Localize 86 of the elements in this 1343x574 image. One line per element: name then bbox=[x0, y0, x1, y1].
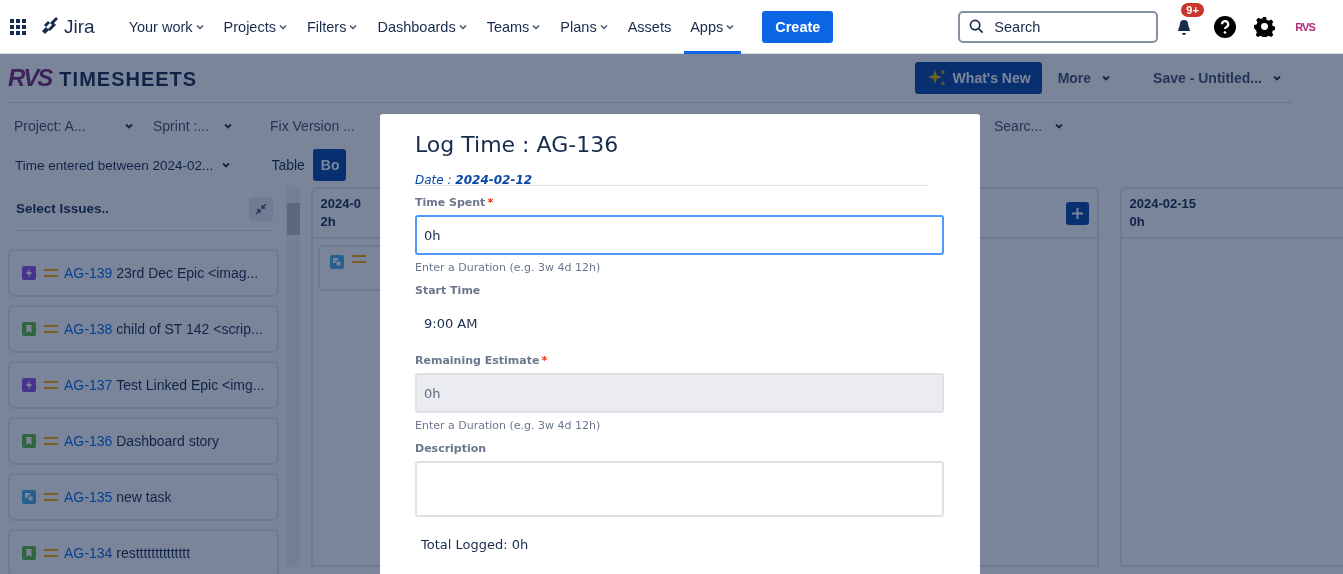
chevron-down-icon bbox=[124, 121, 134, 131]
priority-icon bbox=[44, 549, 58, 557]
save-view-dropdown[interactable]: Save - Untitled... bbox=[1143, 62, 1292, 94]
field-label: Time Spent * bbox=[415, 196, 495, 211]
column-date: 2024-02-15 bbox=[1129, 195, 1196, 213]
priority-icon bbox=[44, 437, 58, 445]
collapse-arrows-icon bbox=[254, 202, 267, 215]
scrollbar-thumb[interactable] bbox=[286, 203, 300, 235]
issue-card[interactable]: AG-139 23rd Dec Epic <imag... bbox=[8, 249, 279, 297]
required-mark: * bbox=[487, 196, 494, 209]
help-icon[interactable] bbox=[1214, 15, 1237, 38]
issue-summary: child of ST 142 <scrip... bbox=[116, 321, 263, 337]
nav-menu-item[interactable]: Teams bbox=[480, 0, 548, 54]
settings-icon[interactable] bbox=[1254, 16, 1276, 37]
notification-count-badge: 9+ bbox=[1181, 2, 1204, 17]
issue-key-link[interactable]: AG-137 bbox=[64, 377, 113, 393]
issue-summary: Dashboard story bbox=[116, 433, 219, 449]
user-avatar[interactable]: RVS bbox=[1295, 20, 1315, 33]
issue-key-link[interactable]: AG-135 bbox=[64, 489, 113, 505]
priority-icon bbox=[44, 493, 58, 501]
column-total: 2h bbox=[320, 213, 337, 231]
chevron-down-icon bbox=[1272, 73, 1282, 83]
priority-icon bbox=[44, 381, 58, 389]
required-mark: * bbox=[541, 354, 548, 367]
issue-card[interactable]: AG-136 Dashboard story bbox=[8, 417, 279, 465]
nav-menu-item[interactable]: Projects bbox=[217, 0, 294, 54]
description-input[interactable] bbox=[415, 461, 944, 517]
column-date: 2024-0 bbox=[320, 195, 361, 213]
priority-icon bbox=[44, 325, 58, 333]
priority-icon bbox=[44, 269, 58, 277]
issue-card[interactable]: AG-135 new task bbox=[8, 473, 279, 521]
issue-key-link[interactable]: AG-134 bbox=[64, 545, 113, 561]
whats-new-button[interactable]: What's New bbox=[914, 62, 1042, 94]
issue-summary: restttttttttttttt bbox=[116, 545, 191, 561]
filter-dropdown[interactable]: Sprint :... bbox=[145, 111, 241, 141]
date-range-dropdown[interactable]: Time entered between 2024-02... bbox=[7, 150, 240, 180]
dialog-title: Log Time : AG-136 bbox=[415, 131, 620, 159]
view-tab[interactable]: Bo bbox=[312, 149, 346, 181]
panel-title: Select Issues.. bbox=[16, 201, 110, 216]
nav-menu-item[interactable]: Assets bbox=[621, 0, 678, 54]
priority-icon bbox=[351, 255, 366, 263]
date-label: Date : 2024-02-12 bbox=[415, 173, 533, 187]
jira-logo-icon bbox=[40, 16, 60, 37]
sparkle-icon bbox=[926, 68, 947, 88]
chevron-down-icon bbox=[223, 121, 233, 131]
issue-key-link[interactable]: AG-138 bbox=[64, 321, 113, 337]
nav-menu-item[interactable]: Plans bbox=[554, 0, 615, 54]
chevron-down-icon bbox=[1054, 121, 1065, 131]
create-button[interactable]: Create bbox=[762, 10, 834, 43]
duration-input[interactable]: 0h bbox=[415, 215, 944, 255]
issue-card[interactable]: AG-134 restttttttttttttt bbox=[8, 529, 279, 574]
column-total: 0h bbox=[1129, 213, 1146, 231]
chevron-down-icon bbox=[1101, 73, 1112, 83]
app-grid-icon[interactable] bbox=[10, 18, 26, 35]
filter-dropdown[interactable]: Project: A... bbox=[6, 111, 142, 141]
app-logo: RVS bbox=[8, 64, 52, 92]
app-title: TIMESHEETS bbox=[59, 68, 198, 91]
search-field[interactable]: Search bbox=[958, 10, 1159, 43]
nav-menu-item[interactable]: Dashboards bbox=[371, 0, 474, 54]
issue-key-link[interactable]: AG-139 bbox=[64, 265, 113, 281]
field-hint: Enter a Duration (e.g. 3w 4d 12h) bbox=[415, 261, 602, 274]
issue-summary: 23rd Dec Epic <imag... bbox=[116, 265, 259, 281]
nav-menu-item[interactable]: Filters bbox=[300, 0, 365, 54]
issue-card[interactable]: AG-138 child of ST 142 <scrip... bbox=[8, 305, 279, 353]
field-hint: Enter a Duration (e.g. 3w 4d 12h) bbox=[415, 419, 602, 432]
view-tab[interactable]: Table bbox=[263, 149, 311, 181]
chevron-down-icon bbox=[221, 160, 232, 170]
field-label: Start Time bbox=[415, 284, 482, 299]
search-filter-dropdown[interactable]: Searc... bbox=[986, 111, 1068, 141]
issue-card[interactable]: AG-137 Test Linked Epic <img... bbox=[8, 361, 279, 409]
add-button[interactable] bbox=[1065, 201, 1089, 225]
search-input[interactable]: Search bbox=[992, 17, 1147, 36]
field-label: Description bbox=[415, 442, 488, 457]
scrollbar-track[interactable] bbox=[285, 187, 300, 567]
total-logged: Total Logged: 0h bbox=[421, 537, 530, 552]
field-label: Remaining Estimate * bbox=[415, 354, 549, 369]
product-name[interactable]: Jira bbox=[64, 15, 95, 38]
start-time-field[interactable]: 9:00 AM bbox=[415, 304, 944, 344]
search-icon bbox=[969, 19, 985, 34]
nav-menu-item[interactable]: Your work bbox=[122, 0, 211, 54]
collapse-button[interactable] bbox=[248, 196, 273, 221]
issue-summary: new task bbox=[116, 489, 172, 505]
more-menu-button[interactable]: More bbox=[1047, 62, 1122, 94]
issue-key-link[interactable]: AG-136 bbox=[64, 433, 113, 449]
issue-summary: Test Linked Epic <img... bbox=[116, 377, 265, 393]
plus-icon bbox=[1070, 206, 1084, 220]
